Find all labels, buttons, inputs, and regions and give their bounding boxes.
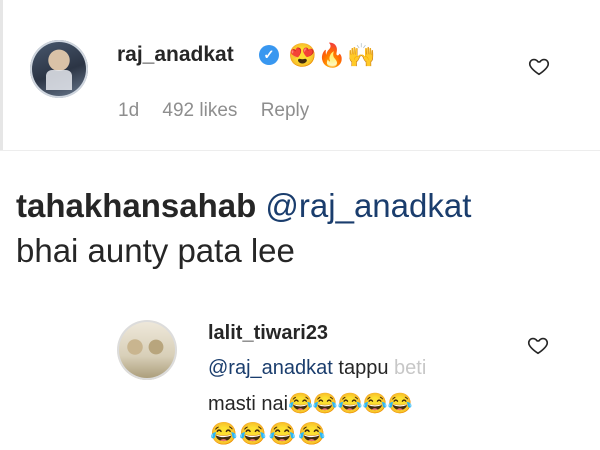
caption-body: bhai aunty pata lee [16, 232, 295, 269]
comment-top: raj_anadkat ✓ 😍🔥🙌 1d 492 likes Reply [0, 0, 600, 150]
heart-icon[interactable] [528, 55, 550, 77]
caption: tahakhansahab @raj_anadkat bhai aunty pa… [16, 183, 596, 273]
reply-button[interactable]: Reply [261, 100, 310, 121]
comment-likes[interactable]: 492 likes [162, 100, 237, 121]
reply-text: tappu [338, 357, 389, 379]
reply-emojis: 😂😂😂😂😂 [288, 393, 413, 415]
verified-badge-icon: ✓ [259, 45, 279, 65]
reply-text-faded: beti [388, 357, 427, 379]
avatar[interactable] [30, 40, 88, 98]
divider [0, 150, 600, 151]
caption-mention[interactable]: @raj_anadkat [265, 187, 471, 224]
reply-text-2: masti nai [208, 393, 289, 415]
reply-username[interactable]: lalit_tiwari23 [208, 322, 328, 345]
comment-time: 1d [118, 100, 140, 121]
avatar[interactable] [117, 320, 177, 380]
reply-text-line-2: masti nai😂😂😂😂😂 [208, 391, 413, 416]
heart-icon[interactable] [527, 334, 549, 356]
comment-meta: 1d 492 likes Reply [118, 100, 327, 122]
reply-text-line-1: @raj_anadkat tappu beti [208, 357, 426, 380]
comment-emojis: 😍🔥🙌 [288, 42, 377, 68]
reply-emojis-line-3: 😂😂😂😂 [210, 421, 328, 446]
caption-username[interactable]: tahakhansahab [16, 187, 256, 224]
reply-mention[interactable]: @raj_anadkat [208, 357, 333, 379]
comment-username[interactable]: raj_anadkat [117, 43, 234, 67]
